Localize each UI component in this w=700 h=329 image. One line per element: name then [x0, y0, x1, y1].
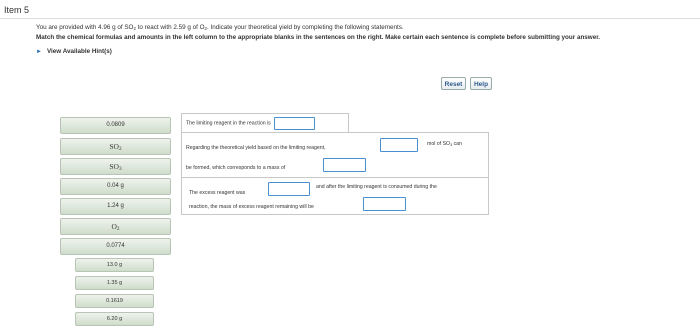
sentence-2-text-1: Regarding the theoretical yield based on… — [186, 145, 326, 151]
answer-chip[interactable]: 13.0 g — [75, 258, 154, 272]
so3-subscript: 3 — [450, 143, 453, 147]
blank-excess-mass[interactable] — [363, 197, 406, 211]
sentence-2-text-2: mol of SO3 can — [427, 141, 462, 147]
sentence-3-text-2: and after the limiting reagent is consum… — [316, 184, 437, 190]
can-label: can — [453, 141, 462, 147]
view-hints-label: View Available Hint(s) — [46, 48, 112, 55]
answer-chip[interactable]: 6.20 g — [75, 312, 154, 326]
so3-chip-sub: 3 — [118, 166, 122, 172]
sentence-3: The excess reagent was and after the lim… — [181, 177, 489, 215]
reset-button[interactable]: Reset — [441, 77, 466, 90]
blank-moles-so3[interactable] — [380, 138, 418, 152]
sentence-1-text: The limiting reagent in the reaction is — [186, 120, 271, 127]
sentence-2-text-3: be formed, which corresponds to a mass o… — [186, 165, 286, 171]
answer-chip[interactable]: 0.1619 — [75, 294, 154, 308]
o2-chip-sub: 2 — [116, 226, 120, 232]
blank-limiting-reagent[interactable] — [274, 117, 316, 130]
problem-text-3: . Indicate your theoretical yield by com… — [206, 24, 404, 31]
instruction-text: Match the chemical formulas and amounts … — [36, 34, 601, 41]
answer-chip[interactable]: 0.0809 — [60, 117, 171, 134]
help-button[interactable]: Help — [470, 77, 492, 90]
answer-chip[interactable]: 0.04 g — [60, 178, 171, 195]
divider — [0, 18, 700, 19]
caret-right-icon: ► — [36, 49, 42, 55]
mol-so3-label: mol of SO — [427, 141, 451, 147]
problem-statement: You are provided with 4.96 g of SO2 to r… — [36, 24, 404, 31]
view-hints-link[interactable]: ► View Available Hint(s) — [36, 48, 112, 55]
so2-label: SO — [109, 142, 119, 151]
sentence-3-text-1: The excess reagent was — [189, 190, 246, 196]
answer-chip[interactable]: 1.24 g — [60, 198, 171, 215]
blank-excess-reagent[interactable] — [268, 182, 310, 196]
problem-text-2: to react with 2.59 g of O — [135, 24, 205, 31]
so2-chip-sub: 2 — [118, 146, 122, 152]
answer-chip[interactable]: 1.35 g — [75, 276, 154, 290]
sentence-3-text-3: reaction, the mass of excess reagent rem… — [189, 204, 314, 210]
answer-chip-so2[interactable]: SO2 — [60, 138, 171, 155]
answer-chip-so3[interactable]: SO3 — [60, 158, 171, 175]
answer-chip-o2[interactable]: O2 — [60, 218, 171, 235]
blank-mass-so3[interactable] — [323, 158, 366, 172]
problem-text-1: You are provided with 4.96 g of SO — [36, 24, 134, 31]
answer-chip[interactable]: 0.0774 — [60, 238, 171, 255]
sentence-1: The limiting reagent in the reaction is — [181, 113, 349, 133]
item-title: Item 5 — [4, 5, 30, 15]
so3-label: SO — [109, 162, 119, 171]
sentence-2: Regarding the theoretical yield based on… — [181, 132, 489, 179]
